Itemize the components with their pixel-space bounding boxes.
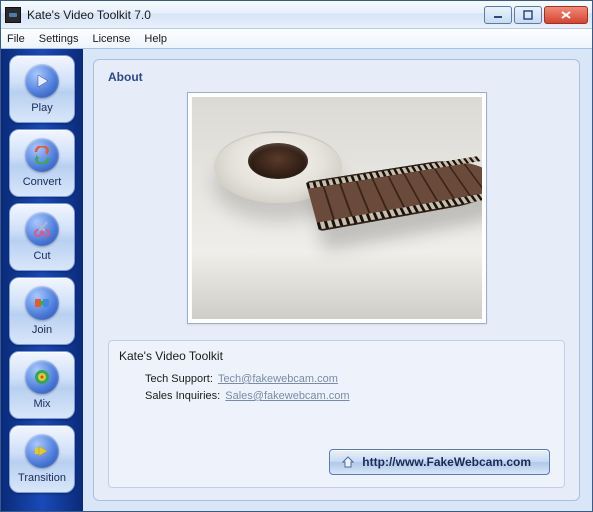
support-email-link[interactable]: Tech@fakewebcam.com: [218, 373, 338, 385]
join-icon: [25, 286, 59, 320]
sales-email-link[interactable]: Sales@fakewebcam.com: [225, 390, 349, 402]
about-image: [187, 92, 487, 324]
close-button[interactable]: [544, 6, 588, 24]
transition-icon: [25, 434, 59, 468]
maximize-icon: [523, 10, 533, 20]
sidebar: Play Convert Cut Join: [1, 49, 83, 511]
nav-convert[interactable]: Convert: [9, 129, 75, 197]
support-row: Tech Support: Tech@fakewebcam.com: [145, 373, 554, 385]
menu-file[interactable]: File: [7, 33, 25, 45]
nav-label: Join: [32, 324, 52, 336]
nav-label: Convert: [23, 176, 62, 188]
panel-title: About: [108, 70, 565, 84]
close-icon: [560, 10, 572, 20]
nav-cut[interactable]: Cut: [9, 203, 75, 271]
maximize-button[interactable]: [514, 6, 542, 24]
sales-row: Sales Inquiries: Sales@fakewebcam.com: [145, 390, 554, 402]
nav-label: Mix: [33, 398, 50, 410]
minimize-icon: [493, 10, 503, 20]
app-icon: [5, 7, 21, 23]
content-area: About Kate's Video Toolkit Tech Support:…: [83, 49, 592, 511]
film-reel-image: [192, 97, 482, 319]
website-label: http://www.FakeWebcam.com: [362, 455, 531, 469]
nav-join[interactable]: Join: [9, 277, 75, 345]
menu-help[interactable]: Help: [144, 33, 167, 45]
about-panel: About Kate's Video Toolkit Tech Support:…: [93, 59, 580, 501]
window-controls: [484, 6, 588, 24]
body: Play Convert Cut Join: [1, 49, 592, 511]
about-info: Kate's Video Toolkit Tech Support: Tech@…: [108, 340, 565, 488]
support-label: Tech Support:: [145, 373, 213, 385]
menu-license[interactable]: License: [92, 33, 130, 45]
website-button[interactable]: http://www.FakeWebcam.com: [329, 449, 550, 475]
titlebar[interactable]: Kate's Video Toolkit 7.0: [1, 1, 592, 29]
convert-icon: [25, 138, 59, 172]
home-icon: [342, 456, 354, 468]
nav-label: Play: [31, 102, 52, 114]
cut-icon: [25, 212, 59, 246]
window-title: Kate's Video Toolkit 7.0: [27, 8, 484, 22]
minimize-button[interactable]: [484, 6, 512, 24]
mix-icon: [25, 360, 59, 394]
nav-label: Transition: [18, 472, 66, 484]
menu-settings[interactable]: Settings: [39, 33, 79, 45]
nav-mix[interactable]: Mix: [9, 351, 75, 419]
menubar: File Settings License Help: [1, 29, 592, 49]
nav-transition[interactable]: Transition: [9, 425, 75, 493]
nav-label: Cut: [33, 250, 50, 262]
nav-play[interactable]: Play: [9, 55, 75, 123]
play-icon: [25, 64, 59, 98]
product-name: Kate's Video Toolkit: [119, 349, 554, 363]
sales-label: Sales Inquiries:: [145, 390, 220, 402]
app-window: Kate's Video Toolkit 7.0 File Settings L…: [0, 0, 593, 512]
